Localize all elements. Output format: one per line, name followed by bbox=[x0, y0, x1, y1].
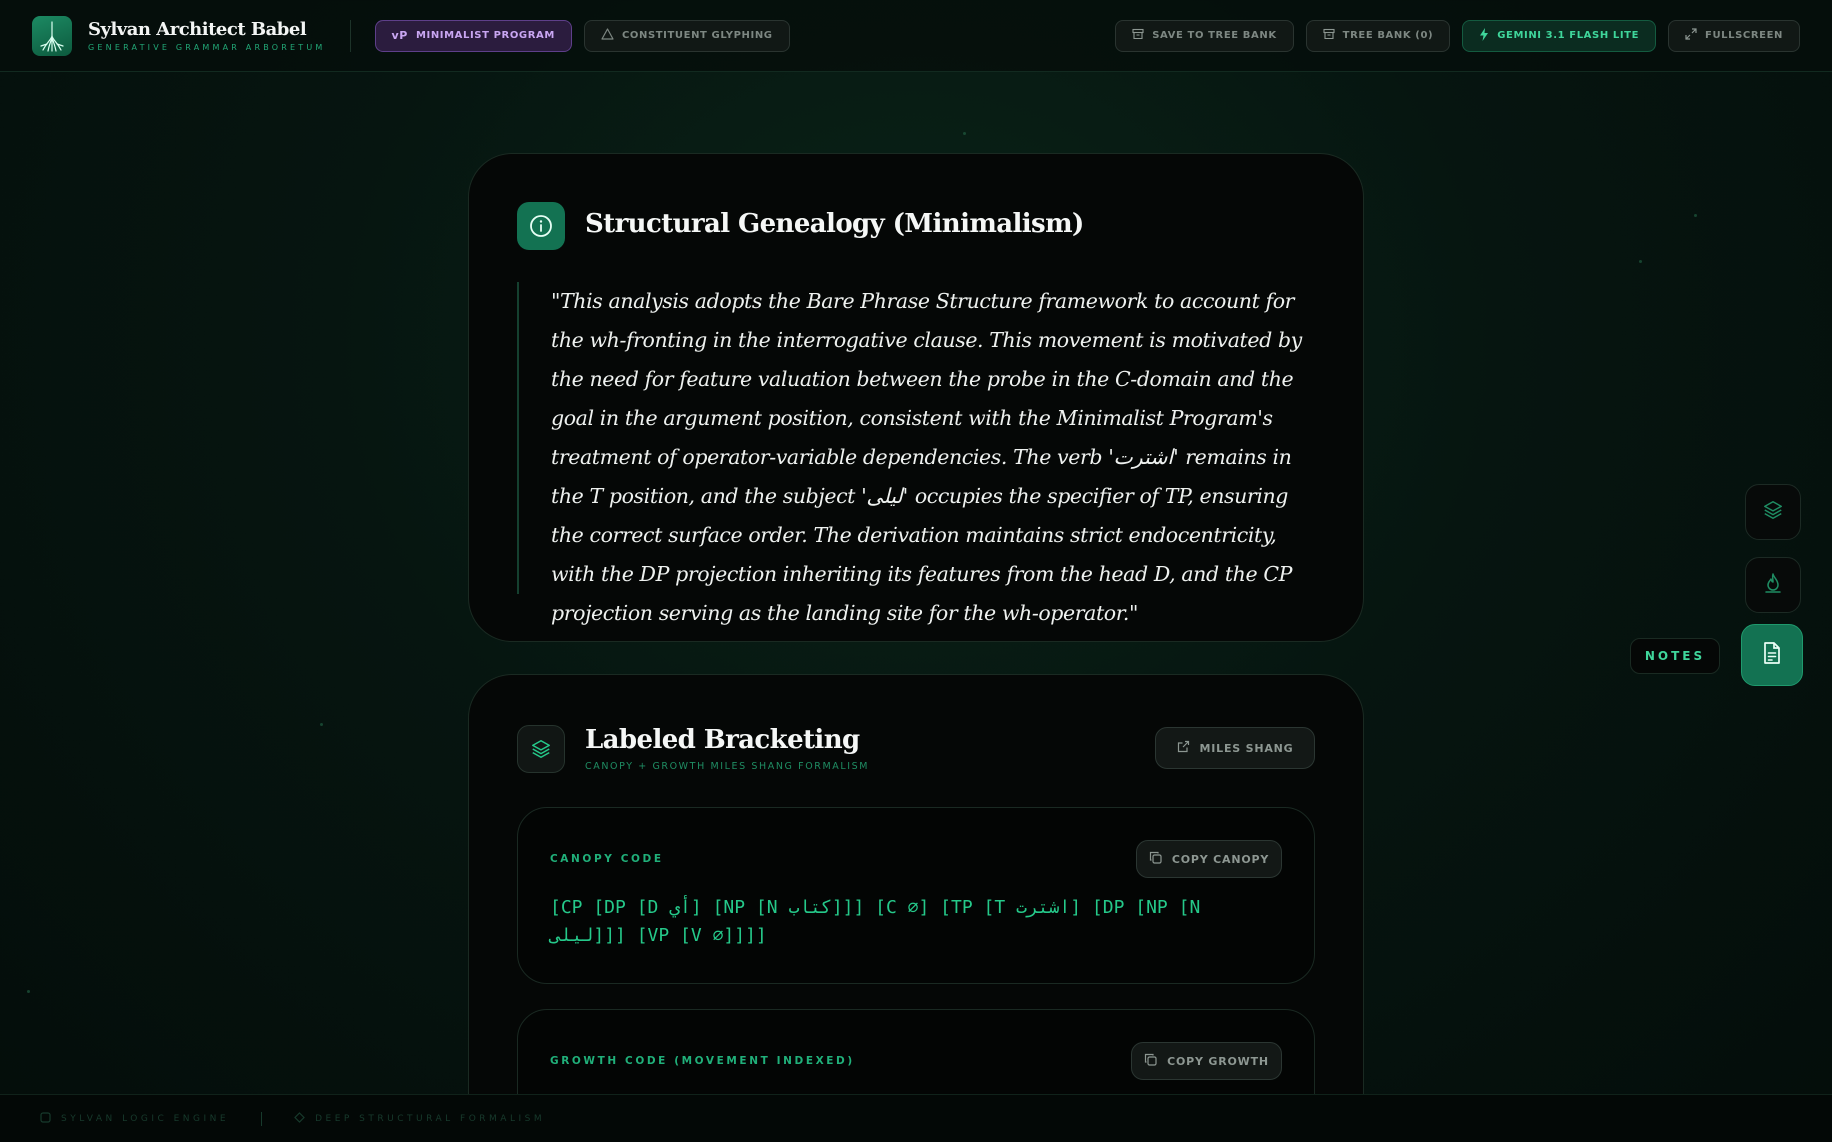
fullscreen-label: FULLSCREEN bbox=[1705, 30, 1783, 41]
notes-tooltip: NOTES bbox=[1630, 638, 1720, 674]
background-dot bbox=[320, 723, 323, 726]
rail-flame-button[interactable] bbox=[1745, 557, 1801, 613]
layers-icon bbox=[517, 725, 565, 773]
app-title: Sylvan Architect Babel bbox=[88, 19, 307, 40]
rail-layers-button[interactable] bbox=[1745, 484, 1801, 540]
app-subtitle: GENERATIVE GRAMMAR ARBORETUM bbox=[88, 43, 326, 52]
tree-bank-button[interactable]: TREE BANK (0) bbox=[1305, 19, 1451, 52]
tab-label: MINIMALIST PROGRAM bbox=[415, 30, 555, 41]
tree-logo-icon bbox=[32, 15, 72, 56]
copy-canopy-button[interactable]: COPY CANOPY bbox=[1136, 840, 1282, 878]
external-link-icon bbox=[1177, 740, 1190, 756]
model-selector-button[interactable]: GEMINI 3.1 FLASH LITE bbox=[1462, 19, 1657, 52]
triangle-icon bbox=[601, 28, 614, 43]
copy-growth-label: COPY GROWTH bbox=[1167, 1054, 1269, 1068]
structural-genealogy-card: Structural Genealogy (Minimalism) "This … bbox=[468, 153, 1364, 642]
fullscreen-button[interactable]: FULLSCREEN bbox=[1668, 19, 1800, 52]
copy-icon bbox=[1144, 1053, 1157, 1069]
canopy-code-text: [CP [DP [D أي] [NP [N كتاب]]] [C ∅] [TP … bbox=[550, 897, 1201, 946]
miles-shang-button[interactable]: MILES SHANG bbox=[1155, 727, 1315, 769]
footer-engine-label: SYLVAN LOGIC ENGINE bbox=[61, 1113, 230, 1124]
formalism-icon bbox=[294, 1111, 305, 1126]
growth-code-label: GROWTH CODE (MOVEMENT INDEXED) bbox=[550, 1055, 855, 1067]
miles-shang-label: MILES SHANG bbox=[1199, 741, 1294, 755]
copy-canopy-label: COPY CANOPY bbox=[1171, 852, 1270, 866]
lightning-icon bbox=[1479, 27, 1489, 44]
canopy-code-label: CANOPY CODE bbox=[550, 853, 664, 865]
save-to-tree-bank-button[interactable]: SAVE TO TREE BANK bbox=[1115, 19, 1294, 52]
app-header: Sylvan Architect Babel GENERATIVE GRAMMA… bbox=[0, 0, 1832, 72]
background-dot bbox=[27, 990, 30, 993]
flame-icon bbox=[1763, 572, 1783, 598]
bracketing-title: Labeled Bracketing bbox=[585, 725, 860, 755]
background-dot bbox=[1639, 260, 1642, 263]
header-divider bbox=[349, 19, 351, 52]
footer-divider bbox=[261, 1111, 263, 1126]
archive-icon bbox=[1132, 28, 1144, 43]
engine-icon bbox=[40, 1111, 51, 1126]
background-dot bbox=[963, 132, 966, 135]
tab-constituent-glyphing[interactable]: CONSTITUENT GLYPHING bbox=[583, 19, 790, 52]
brand: Sylvan Architect Babel GENERATIVE GRAMMA… bbox=[88, 19, 326, 52]
info-icon bbox=[517, 202, 565, 250]
tab-label: CONSTITUENT GLYPHING bbox=[621, 30, 773, 41]
save-label: SAVE TO TREE BANK bbox=[1152, 30, 1277, 41]
canopy-code-panel: CANOPY CODE COPY CANOPY [CP [DP [D أي] [… bbox=[517, 807, 1315, 984]
layers-icon bbox=[1762, 499, 1784, 525]
rail-notes-button[interactable] bbox=[1741, 624, 1803, 686]
tab-minimalist-program[interactable]: vP MINIMALIST PROGRAM bbox=[374, 19, 572, 52]
background-dot bbox=[1694, 214, 1697, 217]
footer-formalism-label: DEEP STRUCTURAL FORMALISM bbox=[315, 1113, 546, 1124]
model-label: GEMINI 3.1 FLASH LITE bbox=[1497, 30, 1640, 41]
labeled-bracketing-card: Labeled Bracketing CANOPY + GROWTH MILES… bbox=[468, 674, 1364, 1142]
expand-icon bbox=[1685, 28, 1697, 43]
archive-icon bbox=[1323, 28, 1335, 43]
copy-icon bbox=[1149, 851, 1162, 867]
genealogy-quote: "This analysis adopts the Bare Phrase St… bbox=[517, 282, 1325, 625]
genealogy-title: Structural Genealogy (Minimalism) bbox=[585, 209, 1084, 239]
app-footer: SYLVAN LOGIC ENGINE DEEP STRUCTURAL FORM… bbox=[0, 1094, 1832, 1142]
bracketing-subtitle: CANOPY + GROWTH MILES SHANG FORMALISM bbox=[585, 761, 870, 772]
copy-growth-button[interactable]: COPY GROWTH bbox=[1131, 1042, 1282, 1080]
notes-icon bbox=[1761, 641, 1783, 669]
vp-tag: vP bbox=[391, 29, 408, 42]
tree-bank-label: TREE BANK (0) bbox=[1342, 30, 1434, 41]
